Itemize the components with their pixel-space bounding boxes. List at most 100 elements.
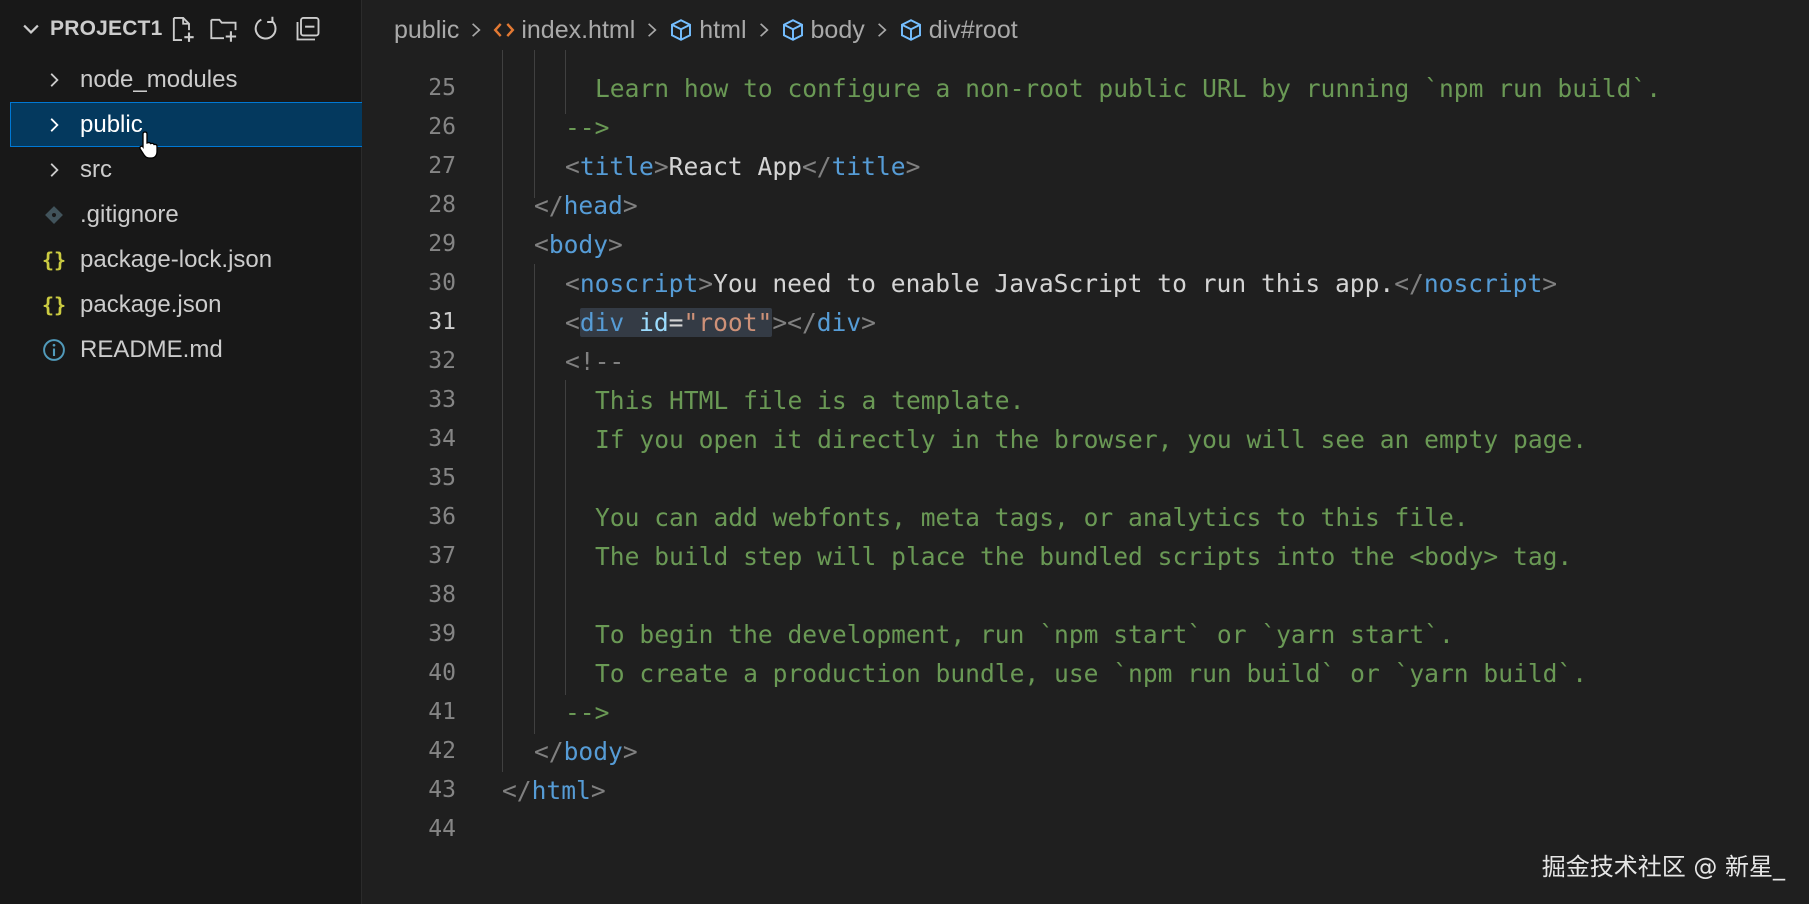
line-text: If you open it directly in the browser, …: [595, 425, 1588, 454]
tree-item-readme-md[interactable]: README.md: [0, 327, 362, 372]
line-number: 35: [428, 465, 456, 491]
tree-item-node-modules[interactable]: node_modules: [0, 57, 362, 102]
line-text: <noscript>You need to enable JavaScript …: [565, 269, 1558, 298]
json-file-icon: {}: [41, 292, 67, 317]
line-number: 36: [428, 504, 456, 530]
code-line[interactable]: 33 This HTML file is a template.: [362, 381, 1809, 420]
line-text: The build step will place the bundled sc…: [595, 542, 1573, 571]
tree-item-label: public: [80, 110, 143, 138]
line-text: This HTML file is a template.: [595, 386, 1025, 415]
code-line[interactable]: 36 You can add webfonts, meta tags, or a…: [362, 498, 1809, 537]
code-line[interactable]: 28 </head>: [362, 186, 1809, 225]
line-number: 30: [428, 270, 456, 296]
new-folder-icon: [210, 18, 237, 42]
watermark: 掘金技术社区 @ 新星_: [1541, 853, 1785, 881]
line-number: 28: [428, 192, 456, 218]
code-line[interactable]: 27 <title>React App</title>: [362, 147, 1809, 186]
breadcrumb-item-label: index.html: [521, 15, 636, 44]
line-number: 40: [428, 660, 456, 686]
code-line[interactable]: 32 <!--: [362, 342, 1809, 381]
code-line[interactable]: 37 The build step will place the bundled…: [362, 537, 1809, 576]
code-line[interactable]: 35: [362, 459, 1809, 498]
html-file-icon: [493, 20, 515, 40]
chevron-right-icon: [875, 21, 889, 39]
line-number: 43: [428, 777, 456, 803]
tree-item-label: node_modules: [80, 65, 238, 93]
line-number: 42: [428, 738, 456, 764]
line-text: To create a production bundle, use `npm …: [595, 659, 1588, 688]
line-number: 34: [428, 426, 456, 452]
line-number: 31: [428, 309, 456, 335]
breadcrumb-item-label: html: [699, 15, 747, 44]
line-number: 41: [428, 699, 456, 725]
code-line[interactable]: 39 To begin the development, run `npm st…: [362, 615, 1809, 654]
line-number: 32: [428, 348, 456, 374]
info-file-icon: [42, 338, 66, 362]
chevron-right-icon: [42, 158, 66, 182]
code-line[interactable]: 40 To create a production bundle, use `n…: [362, 654, 1809, 693]
chevron-right-icon: [42, 68, 66, 92]
tree-item-label: package-lock.json: [80, 245, 273, 273]
tree-item-gitignore[interactable]: .gitignore: [0, 192, 362, 237]
line-text: <div id="root"></div>: [565, 308, 876, 337]
new-file-icon: [172, 16, 194, 42]
refresh-button[interactable]: [250, 13, 282, 45]
code-line[interactable]: 41 -->: [362, 693, 1809, 732]
tree-item-label: src: [80, 155, 112, 183]
code-line[interactable]: 38: [362, 576, 1809, 615]
file-tree: node_modules public src .gitignore {} pa…: [0, 57, 370, 372]
code-line[interactable]: 44: [362, 810, 1809, 849]
git-file-icon: [42, 203, 66, 227]
tree-item-package-json[interactable]: {} package.json: [0, 282, 362, 327]
tree-item-label: README.md: [80, 335, 223, 363]
line-number: 27: [428, 153, 456, 179]
chevron-right-icon: [757, 21, 771, 39]
explorer-sidebar: PROJECT1 node_modules public src .gitign…: [0, 0, 370, 904]
code-editor[interactable]: public index.html html body div#root 25 …: [362, 0, 1809, 904]
chevron-down-icon[interactable]: [20, 18, 42, 40]
code-line[interactable]: 25 Learn how to configure a non-root pub…: [362, 69, 1809, 108]
mouse-pointer-icon: [139, 131, 158, 159]
line-text: To begin the development, run `npm start…: [595, 620, 1454, 649]
line-number: 44: [428, 816, 456, 842]
chevron-right-icon: [645, 21, 659, 39]
line-number: 25: [428, 75, 456, 101]
refresh-icon: [254, 16, 277, 40]
breadcrumb-item-div-root[interactable]: div#root: [899, 16, 1018, 45]
tree-item-src[interactable]: src: [0, 147, 362, 192]
line-text: </html>: [502, 776, 606, 805]
line-text: </head>: [534, 191, 638, 220]
breadcrumb-item-file[interactable]: index.html: [493, 16, 635, 45]
line-number: 33: [428, 387, 456, 413]
project-name: PROJECT1: [50, 17, 163, 40]
line-number: 38: [428, 582, 456, 608]
tree-item-package-lock-json[interactable]: {} package-lock.json: [0, 237, 362, 282]
line-text: <!--: [565, 347, 625, 376]
collapse-all-button[interactable]: [292, 13, 324, 45]
breadcrumb-item-public[interactable]: public: [394, 16, 459, 45]
code-line[interactable]: 26 -->: [362, 108, 1809, 147]
code-line[interactable]: 29 <body>: [362, 225, 1809, 264]
tree-item-label: .gitignore: [80, 200, 179, 228]
explorer-actions: [166, 13, 324, 45]
line-text: Learn how to configure a non-root public…: [595, 74, 1662, 103]
new-folder-button[interactable]: [208, 13, 240, 45]
tree-item-public[interactable]: public: [10, 102, 370, 147]
new-file-button[interactable]: [166, 13, 198, 45]
collapse-all-icon: [296, 16, 320, 41]
explorer-header[interactable]: PROJECT1: [0, 0, 362, 58]
line-number: 26: [428, 114, 456, 140]
breadcrumb-item-body[interactable]: body: [781, 16, 865, 45]
breadcrumb-item-label: div#root: [928, 15, 1018, 44]
code-line[interactable]: 30 <noscript>You need to enable JavaScri…: [362, 264, 1809, 303]
chevron-right-icon: [42, 113, 66, 137]
code-line[interactable]: 34 If you open it directly in the browse…: [362, 420, 1809, 459]
breadcrumb-item-html[interactable]: html: [669, 15, 747, 45]
code-line[interactable]: 42 </body>: [362, 732, 1809, 771]
code-line[interactable]: 43 </html>: [362, 771, 1809, 810]
line-number: 37: [428, 543, 456, 569]
line-text: You can add webfonts, meta tags, or anal…: [595, 503, 1469, 532]
code-line-active[interactable]: 31 <div id="root"></div>: [362, 303, 1809, 342]
line-text: </body>: [534, 737, 638, 766]
